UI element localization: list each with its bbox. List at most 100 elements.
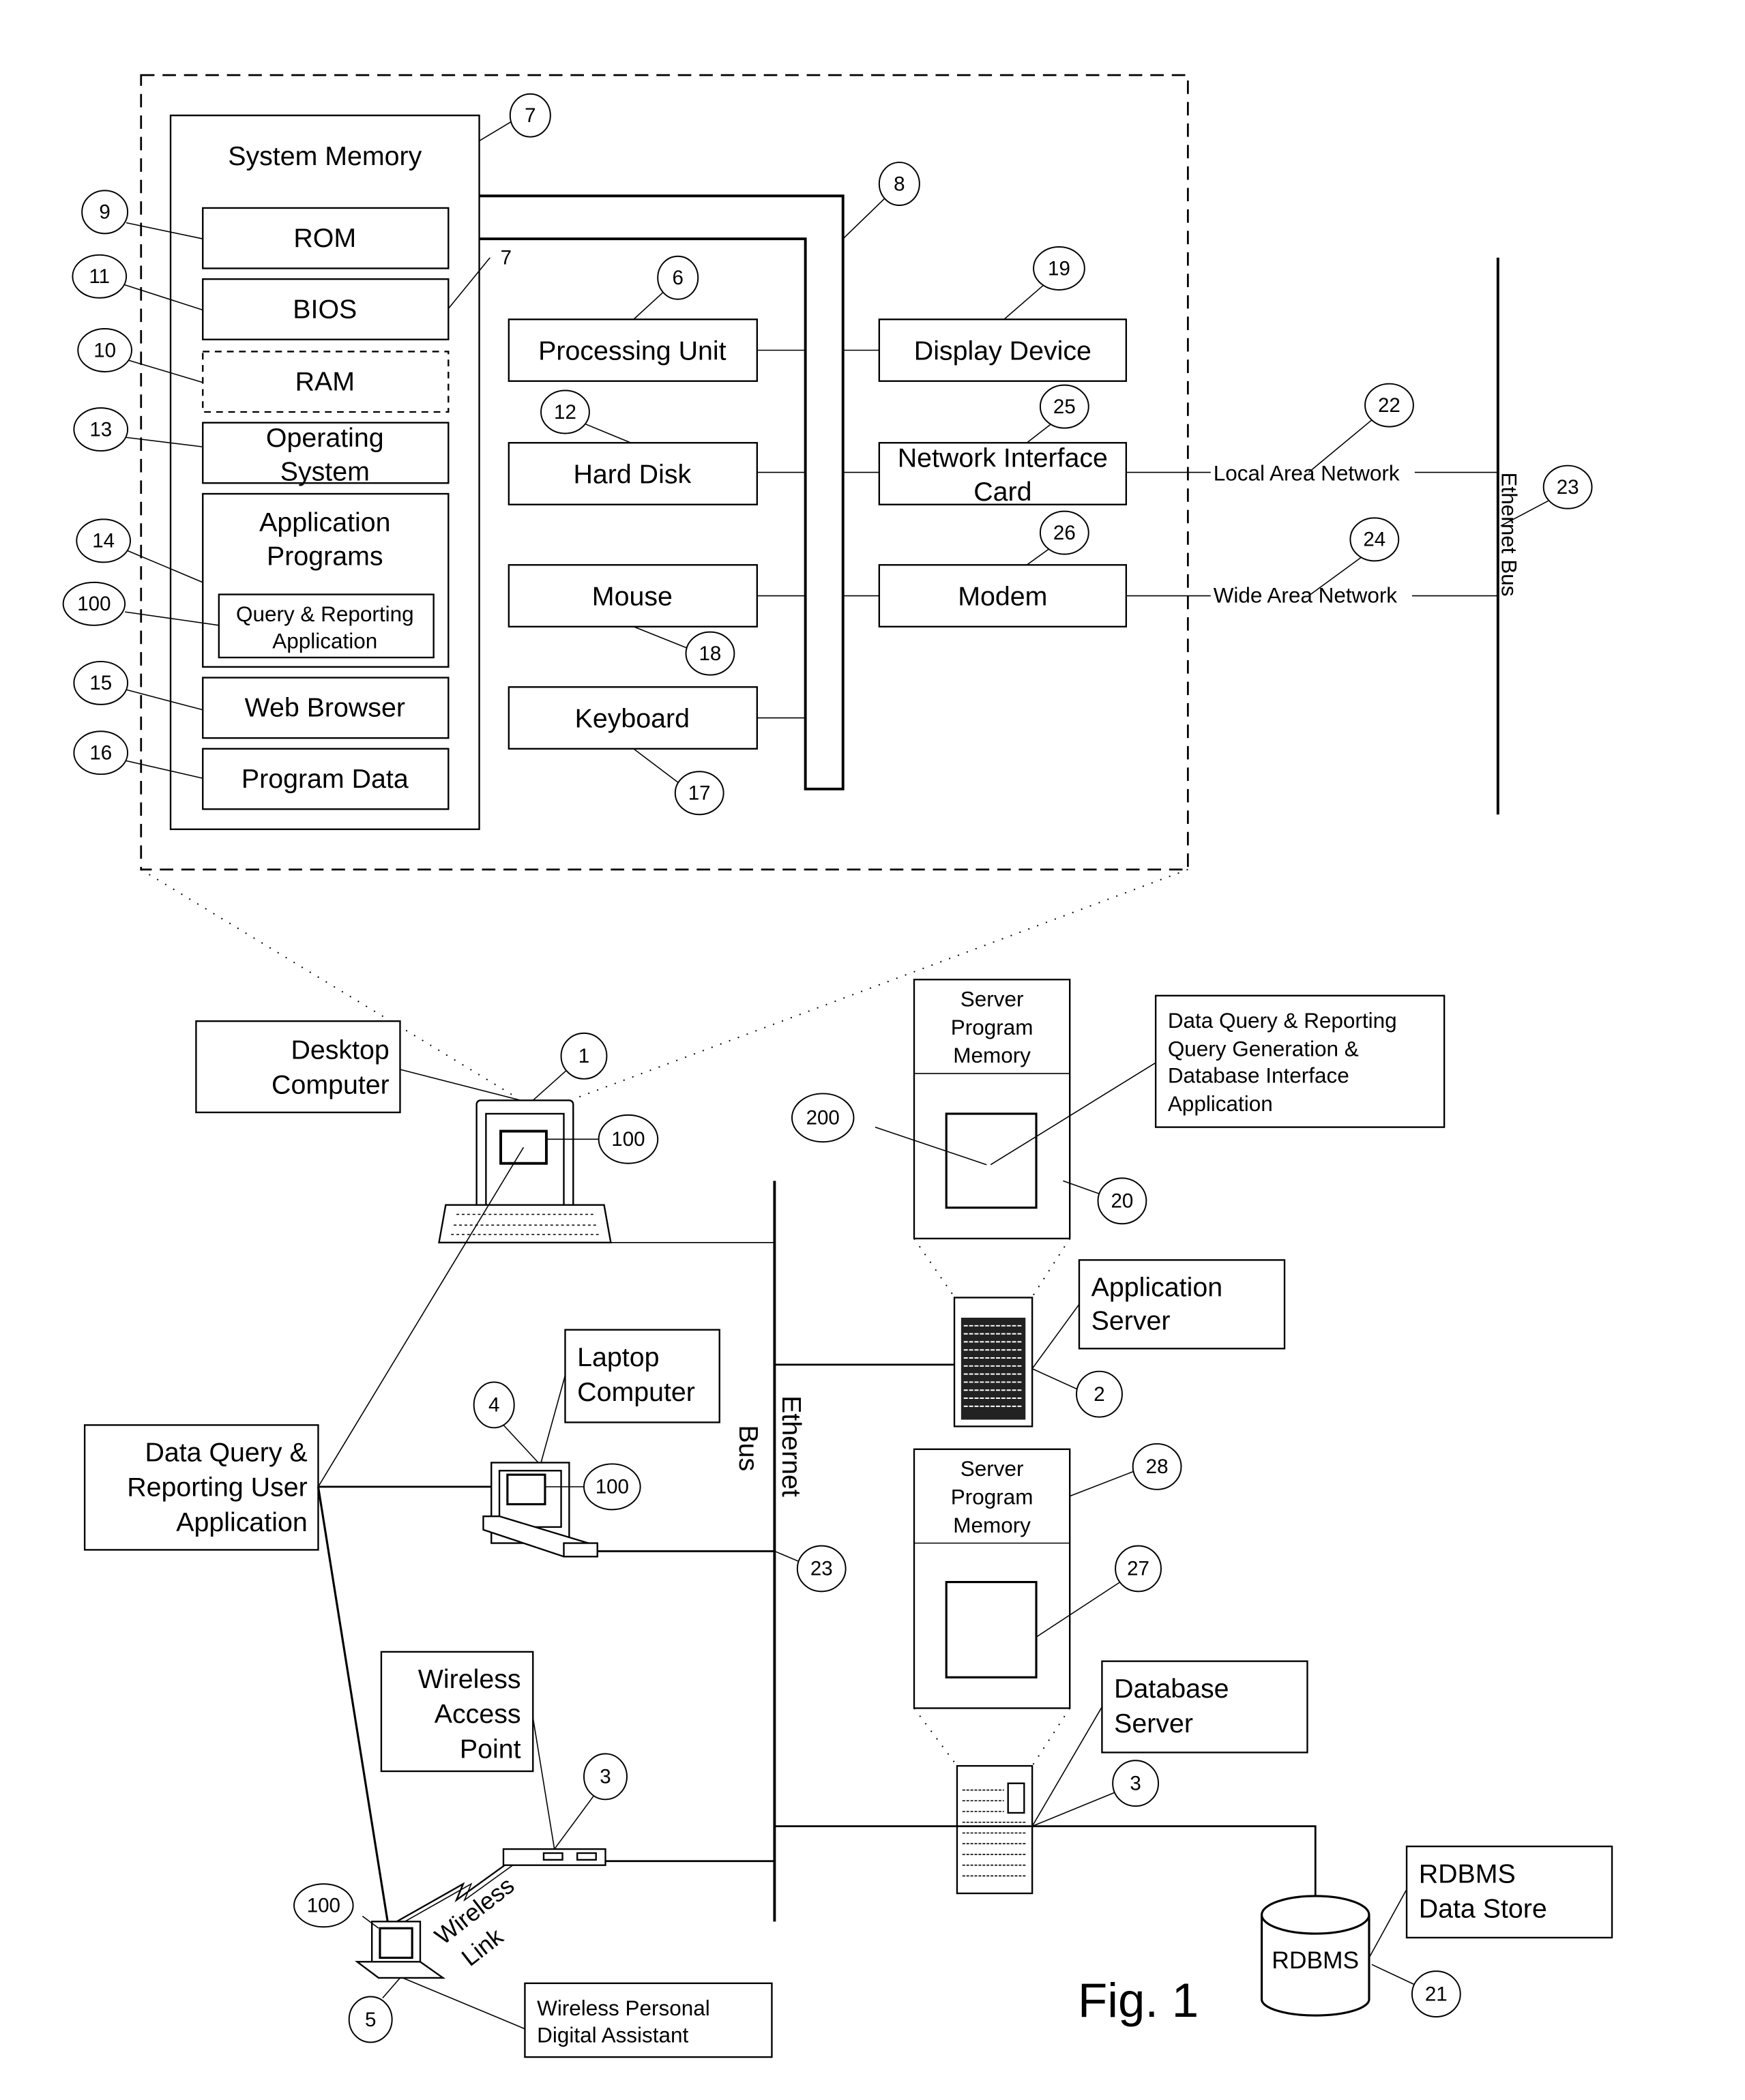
ref-1-text: 1: [578, 1045, 589, 1067]
svg-text:Data Store: Data Store: [1419, 1893, 1547, 1923]
svg-text:7: 7: [525, 104, 536, 127]
ref2-leader: [1031, 1368, 1077, 1389]
memory-item-web-browser: Web Browser: [202, 677, 450, 739]
svg-text:7: 7: [501, 247, 512, 269]
svg-text:100: 100: [77, 593, 111, 615]
ref-27-text: 27: [1127, 1558, 1149, 1580]
ethernet-bus-label-2: Bus: [733, 1425, 763, 1471]
ref28-leader: [1069, 1470, 1136, 1497]
device-keyboard: Keyboard: [508, 686, 806, 750]
svg-text:Program: Program: [951, 1016, 1033, 1039]
svg-text:Wireless Personal: Wireless Personal: [537, 1996, 710, 2020]
ref-100-pda-text: 100: [307, 1895, 340, 1917]
svg-text:Memory: Memory: [953, 1513, 1031, 1537]
memory-item-operating-system: Operating System: [202, 422, 450, 486]
svg-text:Mouse: Mouse: [592, 581, 673, 611]
ref4-leader: [503, 1424, 539, 1464]
svg-text:RAM: RAM: [295, 367, 355, 397]
ref-3-db-text: 3: [1130, 1773, 1141, 1795]
svg-text:Laptop: Laptop: [577, 1342, 659, 1372]
wireless-access-point-icon: [502, 1848, 606, 1866]
svg-text:Data Query &: Data Query &: [145, 1438, 307, 1468]
svg-text:16: 16: [89, 742, 112, 765]
db-server-label-leader: [1031, 1706, 1103, 1827]
memory-item-bios: BIOS: [202, 278, 450, 340]
svg-text:25: 25: [1053, 396, 1076, 418]
svg-text:13: 13: [89, 418, 112, 441]
svg-text:Database Interface: Database Interface: [1168, 1064, 1349, 1088]
desktop-computer-label: Desktop Computer: [195, 1020, 401, 1114]
ref-3-wap-text: 3: [600, 1766, 611, 1788]
svg-text:Point: Point: [460, 1734, 521, 1764]
app-server-zoom-left: [913, 1238, 956, 1300]
svg-text:Display Device: Display Device: [914, 336, 1091, 366]
lan-label: Local Area Network: [1214, 461, 1400, 485]
svg-text:11: 11: [89, 265, 110, 288]
rdbms-cylinder: RDBMS: [1260, 1895, 1370, 2017]
svg-text:10: 10: [93, 339, 116, 361]
ref-5-text: 5: [365, 2009, 376, 2031]
ref-20-text: 20: [1111, 1190, 1134, 1213]
system-memory-title: System Memory: [228, 141, 422, 171]
db-server-zoom-left: [913, 1707, 958, 1766]
user-app-to-desktop: [317, 1147, 525, 1488]
ref-2-text: 2: [1094, 1383, 1104, 1406]
svg-text:17: 17: [688, 782, 711, 805]
svg-text:System: System: [280, 456, 370, 486]
svg-text:Keyboard: Keyboard: [575, 703, 690, 733]
modem: Modem: [842, 564, 1128, 627]
svg-text:Hard Disk: Hard Disk: [574, 459, 692, 489]
svg-text:24: 24: [1363, 529, 1385, 551]
svg-text:Query & Reporting: Query & Reporting: [236, 602, 414, 626]
user-application-label: Data Query & Reporting User Application: [83, 1424, 319, 1551]
svg-text:Card: Card: [973, 477, 1031, 507]
ref23b-leader: [774, 1550, 801, 1563]
database-server-label: Database Server: [1101, 1660, 1308, 1754]
ref-100-desktop-text: 100: [611, 1128, 645, 1151]
svg-text:Server: Server: [1114, 1709, 1193, 1739]
desktop-label-leader: [400, 1069, 521, 1101]
svg-text:Database: Database: [1114, 1674, 1229, 1704]
svg-text:Web Browser: Web Browser: [245, 693, 405, 723]
svg-text:Desktop: Desktop: [291, 1035, 389, 1065]
svg-text:Wireless: Wireless: [418, 1664, 521, 1694]
svg-text:Application: Application: [259, 507, 390, 537]
user-app-to-pda: [317, 1486, 391, 1933]
dq-query-generation-app-label: Data Query & Reporting Query Generation …: [1154, 994, 1446, 1128]
zoom-line-right: [576, 868, 1188, 1099]
database-server-icon: [956, 1764, 1033, 1895]
svg-text:BIOS: BIOS: [293, 294, 357, 324]
svg-text:Operating: Operating: [266, 423, 384, 453]
svg-text:14: 14: [92, 530, 115, 552]
device-processing-unit: Processing Unit: [508, 319, 806, 382]
svg-text:26: 26: [1053, 522, 1076, 544]
ref-23-bus-text: 23: [810, 1558, 833, 1580]
ref-21-text: 21: [1425, 1983, 1448, 2005]
application-server-label: Application Server: [1078, 1259, 1286, 1350]
memory-item-rom: ROM: [202, 207, 450, 269]
device-mouse: Mouse: [508, 564, 806, 627]
svg-text:Programs: Programs: [267, 541, 383, 571]
network-interface-card: Network Interface Card: [842, 442, 1128, 507]
svg-text:Program Data: Program Data: [241, 764, 409, 794]
ref-100-laptop-text: 100: [596, 1476, 629, 1498]
memory-item-application-programs: Application Programs Query & Reporting A…: [202, 492, 450, 668]
app-server-label-leader: [1031, 1303, 1080, 1370]
svg-text:Data Query & Reporting: Data Query & Reporting: [1168, 1009, 1397, 1033]
ref1-leader: [532, 1066, 571, 1101]
svg-text:22: 22: [1378, 394, 1401, 417]
figure-label: Fig. 1: [1078, 1974, 1199, 2028]
svg-text:Program: Program: [951, 1485, 1033, 1509]
pda-label-leader: [402, 1977, 525, 2030]
ref-28-text: 28: [1146, 1455, 1169, 1478]
memory-item-program-data: Program Data: [202, 748, 450, 810]
svg-text:Digital Assistant: Digital Assistant: [537, 2023, 688, 2047]
svg-text:Server: Server: [1091, 1306, 1171, 1336]
laptop-computer-label: Laptop Computer: [564, 1329, 720, 1423]
ref-4-text: 4: [488, 1394, 499, 1417]
db-server-zoom-right: [1031, 1707, 1071, 1766]
display-device: Display Device: [842, 319, 1128, 382]
rdbms-data-store-label: RDBMS Data Store: [1405, 1845, 1613, 1939]
ethernet-bus-label-1: Ethernet: [776, 1395, 806, 1497]
svg-text:12: 12: [554, 401, 576, 424]
